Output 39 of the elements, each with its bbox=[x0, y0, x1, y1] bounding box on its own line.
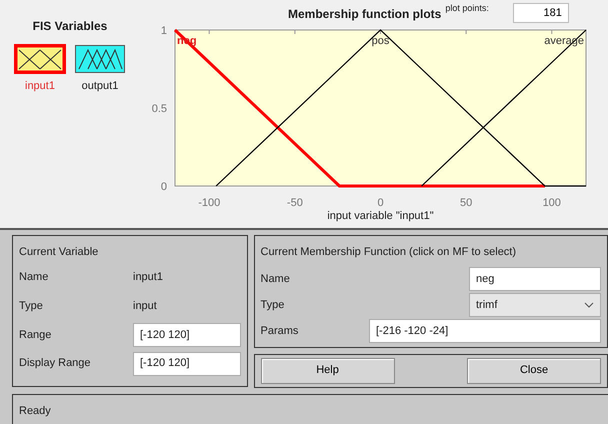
chart-title: Membership function plots bbox=[288, 6, 442, 23]
field-label: Display Range bbox=[19, 356, 92, 372]
input-field[interactable]: neg bbox=[469, 267, 601, 291]
status-text: Ready bbox=[19, 404, 51, 416]
plot-points-field[interactable]: 181 bbox=[512, 3, 569, 23]
variable-button[interactable]: output1 bbox=[74, 44, 126, 94]
y-tick-label: 0 bbox=[160, 181, 167, 193]
field-label: Type bbox=[260, 298, 284, 313]
variable-button[interactable]: input1 bbox=[14, 44, 66, 94]
y-tick-label: 1 bbox=[160, 25, 167, 37]
plot-points-label: plot points: bbox=[445, 2, 489, 15]
input-field[interactable]: [-216 -120 -24] bbox=[369, 319, 601, 343]
membership-icon bbox=[14, 44, 66, 74]
x-tick-label: -50 bbox=[286, 197, 303, 209]
y-tick-label: 0.5 bbox=[152, 103, 167, 115]
field-label: Name bbox=[19, 270, 50, 286]
x-tick-label: 50 bbox=[460, 197, 472, 209]
field-value: input1 bbox=[133, 270, 163, 286]
panel-title: FIS Variables bbox=[32, 18, 108, 35]
field-label: Type bbox=[19, 299, 44, 314]
dialog-button[interactable]: Close bbox=[467, 358, 601, 384]
panel-title: Current Variable bbox=[19, 245, 100, 260]
x-tick-label: 0 bbox=[377, 197, 384, 209]
field-label: Range bbox=[19, 328, 52, 343]
x-tick-label: -100 bbox=[198, 197, 220, 209]
field-value: input bbox=[133, 299, 157, 314]
chevron-down-icon bbox=[584, 302, 594, 308]
panel-title: Current Membership Function (click on MF to select) bbox=[260, 245, 518, 260]
field-label: Name bbox=[260, 272, 290, 287]
membership-line[interactable] bbox=[421, 30, 586, 186]
x-axis-label: input variable "input1" bbox=[327, 210, 434, 222]
x-tick-label: 100 bbox=[542, 197, 561, 209]
input-field[interactable]: [-120 120] bbox=[133, 322, 241, 347]
field-label: Params bbox=[260, 324, 298, 339]
input-field[interactable]: [-120 120] bbox=[133, 352, 241, 376]
type-dropdown[interactable]: trimf bbox=[469, 293, 601, 317]
membership-label: pos bbox=[372, 35, 390, 47]
membership-icon bbox=[74, 44, 126, 74]
dialog-button[interactable]: Help bbox=[260, 358, 394, 384]
